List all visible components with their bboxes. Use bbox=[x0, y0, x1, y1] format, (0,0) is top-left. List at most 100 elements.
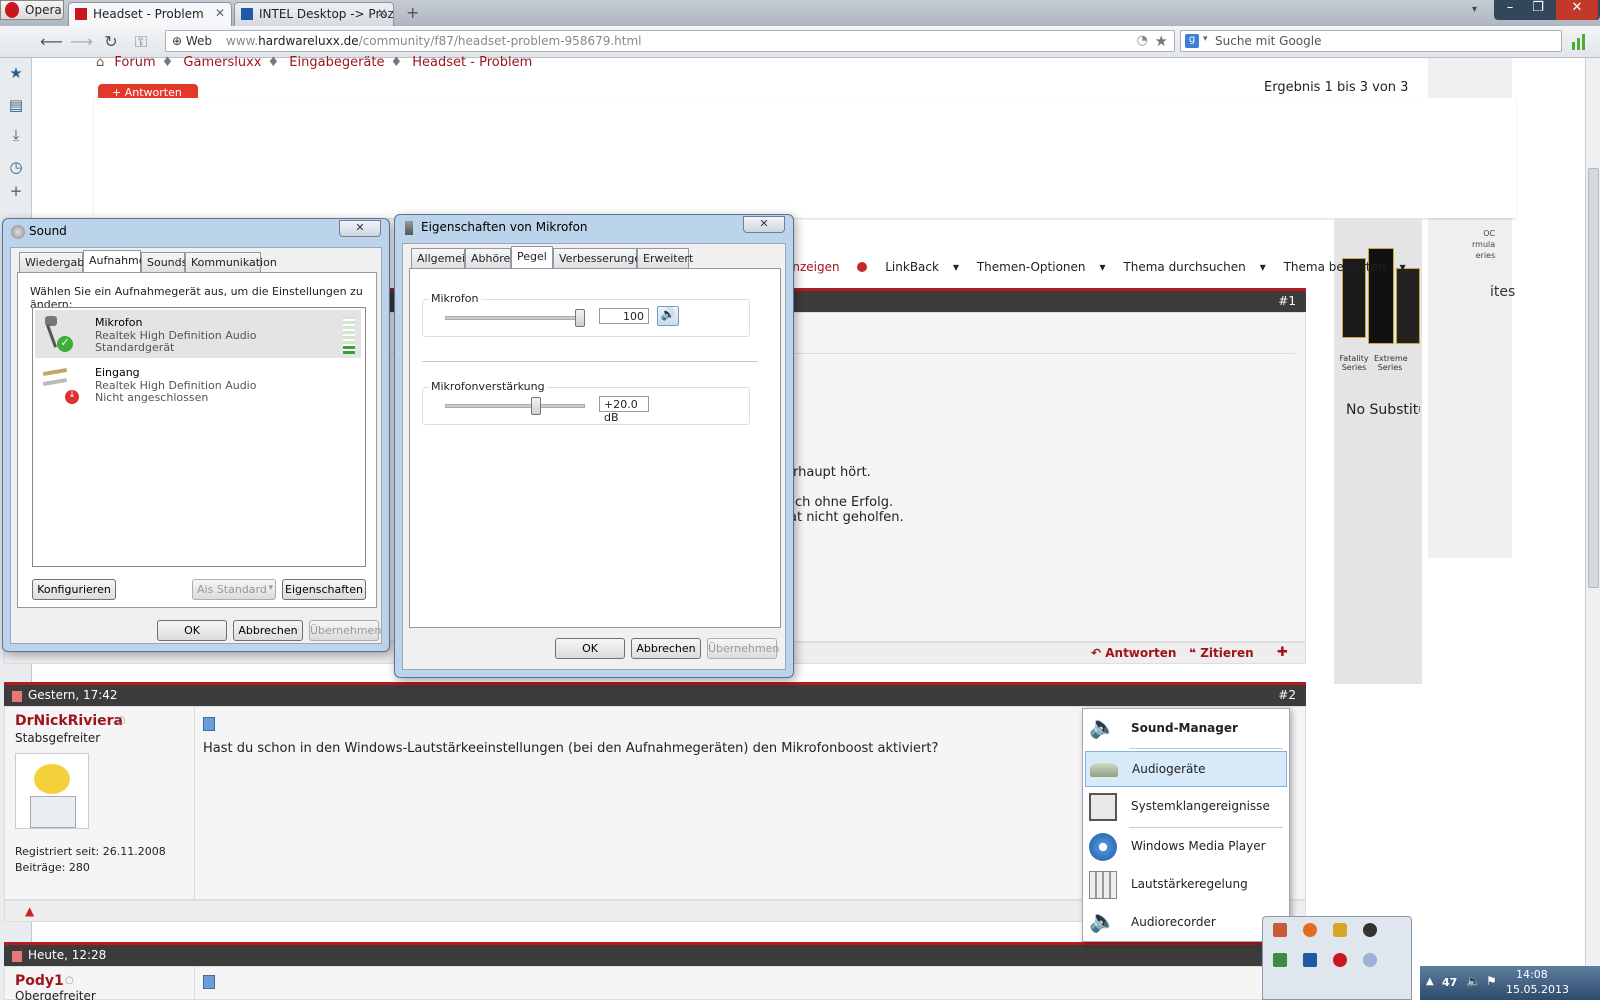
forward-icon[interactable]: ⟶ bbox=[70, 32, 93, 52]
report-post-icon[interactable]: ▲ bbox=[25, 904, 34, 918]
new-tab-button[interactable]: + bbox=[406, 3, 419, 22]
close-tab-icon[interactable]: ✕ bbox=[215, 6, 225, 20]
volume-tray-icon[interactable] bbox=[1273, 923, 1287, 937]
tab-menu-icon[interactable]: ▾ bbox=[1472, 4, 1477, 15]
username[interactable]: Pody1 bbox=[15, 973, 64, 989]
close-tab-icon[interactable]: ✕ bbox=[377, 6, 387, 20]
reply-post-button[interactable]: ↶ Antworten bbox=[1091, 646, 1176, 660]
maximize-icon[interactable]: ❐ bbox=[1524, 0, 1552, 20]
menu-item-audiorecorder[interactable]: 🔈 Audiorecorder bbox=[1085, 905, 1287, 941]
opera-menu-button[interactable]: Opera bbox=[0, 0, 64, 20]
reload-icon[interactable]: ↻ bbox=[100, 32, 122, 52]
tab-verbesserungen[interactable]: Verbesserungen bbox=[553, 248, 648, 268]
minimize-icon[interactable]: – bbox=[1496, 0, 1524, 20]
breadcrumb-forum[interactable]: Forum bbox=[114, 55, 155, 70]
device-eingang[interactable]: ↓ Eingang Realtek High Definition Audio … bbox=[35, 360, 361, 408]
language-indicator[interactable]: 47 bbox=[1442, 976, 1457, 989]
steam-tray-icon[interactable] bbox=[1363, 923, 1377, 937]
quote-post-label: Zitieren bbox=[1200, 646, 1254, 660]
clock-date[interactable]: 15.05.2013 bbox=[1506, 983, 1569, 996]
cancel-button[interactable]: Abbrechen bbox=[233, 620, 303, 641]
downloads-icon[interactable]: ⤓ bbox=[6, 126, 26, 146]
tab-erweitert[interactable]: Erweitert bbox=[637, 248, 693, 268]
display-tray-icon[interactable] bbox=[1363, 953, 1377, 967]
properties-button[interactable]: Eigenschaften bbox=[282, 579, 366, 600]
alert-tray-icon[interactable] bbox=[1333, 953, 1347, 967]
home-icon[interactable]: ⌂ bbox=[96, 55, 104, 70]
keys-tray-icon[interactable] bbox=[1333, 923, 1347, 937]
apply-button[interactable]: Übernehmen bbox=[309, 620, 381, 641]
menu-item-windows-media-player[interactable]: Windows Media Player bbox=[1085, 829, 1287, 865]
bookmark-star-icon[interactable]: ★ bbox=[1155, 32, 1168, 50]
address-bar[interactable]: ⊕ Web www.hardwareluxx.de/community/f87/… bbox=[165, 30, 1175, 52]
tab-intel-desktop[interactable]: INTEL Desktop -> Proz... ✕ bbox=[234, 2, 394, 26]
mute-speaker-icon[interactable]: 🔊 bbox=[657, 306, 679, 326]
tab-sounds[interactable]: Sounds bbox=[141, 252, 187, 272]
back-icon[interactable]: ⟵ bbox=[40, 32, 63, 52]
thema-durchsuchen-menu[interactable]: Thema durchsuchen ▾ bbox=[1123, 260, 1265, 274]
tab-aufnahme[interactable]: Aufnahme bbox=[83, 250, 146, 272]
thema-bewerten-label: Thema bewerten bbox=[1283, 260, 1386, 274]
navigation-toolbar: ⟵ ⟶ ↻ ⚿ ⊕ Web www.hardwareluxx.de/commun… bbox=[0, 26, 1600, 58]
anzeigen-link[interactable]: anzeigen bbox=[785, 260, 868, 274]
network-tray-icon[interactable] bbox=[1273, 953, 1287, 967]
app-tray-icon[interactable] bbox=[1303, 923, 1317, 937]
breadcrumb-thread[interactable]: Headset - Problem bbox=[412, 55, 532, 70]
add-panel-icon[interactable]: + bbox=[6, 182, 26, 202]
search-engine-chevron-icon[interactable]: ▾ bbox=[1203, 34, 1208, 44]
blank-overlay-panel bbox=[94, 98, 1516, 218]
cancel-button[interactable]: Abbrechen bbox=[631, 638, 701, 659]
action-center-flag-icon[interactable]: ⚑ bbox=[1486, 974, 1497, 988]
volume-icon[interactable]: 🔈 bbox=[1466, 974, 1481, 988]
clock-time[interactable]: 14:08 bbox=[1516, 968, 1548, 981]
device-mikrofon[interactable]: ✓ Mikrofon Realtek High Definition Audio… bbox=[35, 310, 361, 358]
close-icon[interactable]: ✕ bbox=[743, 216, 785, 233]
menu-item-lautstaerkeregelung[interactable]: Lautstärkeregelung bbox=[1085, 867, 1287, 903]
thema-bewerten-menu[interactable]: Thema bewerten ▾ bbox=[1284, 260, 1406, 274]
themen-optionen-menu[interactable]: Themen-Optionen ▾ bbox=[977, 260, 1106, 274]
boost-slider-track[interactable] bbox=[445, 404, 585, 408]
boost-value-field[interactable]: +20.0 dB bbox=[599, 396, 649, 424]
ad-banner-mainboards[interactable]: Fatality Series Extreme Series No Substi… bbox=[1334, 218, 1422, 684]
configure-button[interactable]: Konfigurieren bbox=[32, 579, 116, 600]
key-icon[interactable]: ⚿ bbox=[130, 32, 152, 52]
search-field[interactable]: g ▾ Suche mit Google bbox=[1180, 30, 1562, 52]
tab-kommunikation[interactable]: Kommunikation bbox=[185, 252, 277, 272]
multi-quote-icon[interactable]: ✚ bbox=[1277, 645, 1288, 660]
tab-abhoeren[interactable]: Abhören bbox=[465, 248, 517, 268]
ok-button[interactable]: OK bbox=[157, 620, 227, 641]
mikrofon-slider-thumb[interactable] bbox=[575, 309, 585, 327]
avatar[interactable] bbox=[15, 753, 89, 829]
bookmarks-star-icon[interactable]: ★ bbox=[6, 64, 26, 84]
post-number[interactable]: #2 bbox=[1278, 688, 1296, 702]
device-list[interactable]: ✓ Mikrofon Realtek High Definition Audio… bbox=[32, 307, 366, 567]
set-default-dropdown[interactable]: Als Standard ▾ bbox=[192, 579, 276, 600]
menu-item-audiogeraete[interactable]: Audiogeräte bbox=[1085, 751, 1287, 787]
apply-button[interactable]: Übernehmen bbox=[707, 638, 779, 659]
notes-icon[interactable]: ▤ bbox=[6, 96, 26, 116]
tab-headset-problem[interactable]: Headset - Problem ✕ bbox=[68, 2, 232, 26]
history-clock-icon[interactable]: ◷ bbox=[6, 158, 26, 178]
username[interactable]: DrNickRiviera bbox=[15, 713, 123, 729]
mikrofon-slider-track[interactable] bbox=[445, 316, 585, 320]
close-icon[interactable]: ✕ bbox=[339, 220, 381, 237]
post-number[interactable]: #1 bbox=[1278, 294, 1296, 308]
breadcrumb-eingabegeraete[interactable]: Eingabegeräte bbox=[289, 55, 384, 70]
tab-allgemein[interactable]: Allgemein bbox=[411, 248, 472, 268]
breadcrumb-gamersluxx[interactable]: Gamersluxx bbox=[183, 55, 261, 70]
scrollbar-thumb[interactable] bbox=[1588, 168, 1599, 588]
menu-item-systemklangereignisse[interactable]: Systemklangereignisse bbox=[1085, 789, 1287, 825]
mikrofon-value-field[interactable]: 100 bbox=[599, 308, 649, 324]
ok-button[interactable]: OK bbox=[555, 638, 625, 659]
rss-feed-icon[interactable]: ◔ bbox=[1137, 33, 1148, 48]
tab-wiedergabe[interactable]: Wiedergabe bbox=[19, 252, 91, 272]
unplugged-icon: ↓ bbox=[65, 390, 79, 404]
page-scrollbar[interactable] bbox=[1585, 58, 1600, 1000]
security-tray-icon[interactable] bbox=[1303, 953, 1317, 967]
close-window-icon[interactable]: ✕ bbox=[1556, 0, 1598, 20]
quote-post-button[interactable]: ❝ Zitieren bbox=[1189, 646, 1254, 660]
linkback-menu[interactable]: LinkBack ▾ bbox=[885, 260, 959, 274]
show-hidden-icons-chevron-icon[interactable]: ▲ bbox=[1426, 976, 1434, 987]
tab-pegel[interactable]: Pegel bbox=[511, 246, 553, 268]
boost-slider-thumb[interactable] bbox=[530, 397, 541, 415]
